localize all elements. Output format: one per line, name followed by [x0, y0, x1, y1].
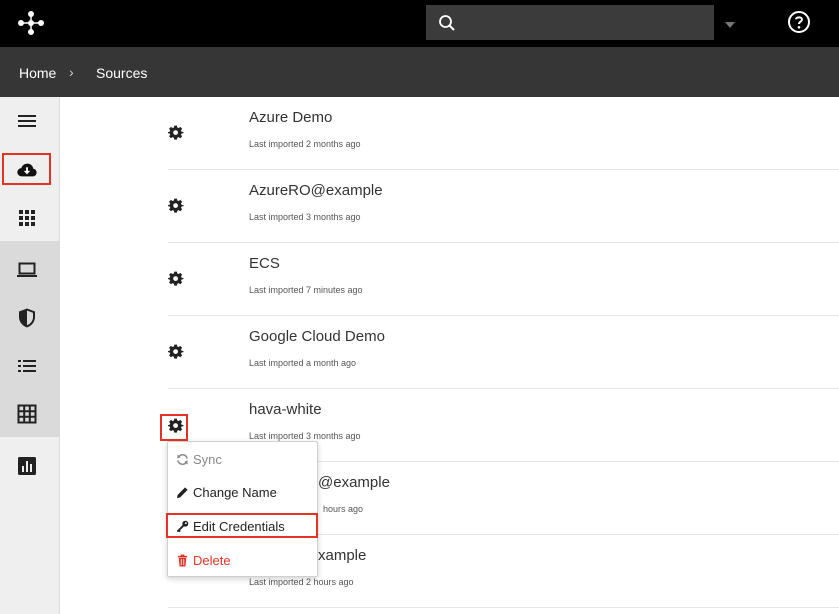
gear-icon[interactable]: [167, 198, 184, 214]
source-name[interactable]: hava-white: [249, 401, 322, 418]
search-input[interactable]: [426, 5, 714, 40]
source-last-imported: Last imported 3 months ago: [249, 212, 361, 222]
hava-logo-icon[interactable]: [17, 10, 45, 36]
edit-credentials-highlight: [166, 513, 318, 538]
sync-icon: [177, 453, 188, 465]
bar-chart-icon[interactable]: [15, 454, 39, 478]
gear-highlight: [160, 414, 188, 441]
sync-label: Sync: [193, 451, 222, 467]
pencil-icon: [176, 486, 188, 498]
source-last-imported: Last imported 2 hours ago: [249, 577, 354, 587]
gear-icon[interactable]: [167, 344, 184, 360]
source-name[interactable]: xample: [318, 547, 366, 564]
source-name[interactable]: Google Cloud Demo: [249, 328, 385, 345]
sidebar: [0, 97, 60, 614]
change-name-label: Change Name: [193, 484, 277, 500]
source-name[interactable]: Azure Demo: [249, 109, 332, 126]
table-grid-icon[interactable]: [15, 402, 39, 426]
source-last-imported: Last imported a month ago: [249, 358, 357, 368]
shield-icon[interactable]: [15, 306, 39, 330]
source-name[interactable]: @example: [318, 474, 390, 491]
sidebar-active-highlight: [2, 153, 51, 185]
laptop-icon[interactable]: [15, 258, 39, 282]
gear-icon[interactable]: [167, 125, 184, 141]
change-name-menu-item[interactable]: Change Name: [176, 481, 277, 503]
source-row[interactable]: ECS Last imported 7 minutes ago: [167, 243, 839, 316]
source-row[interactable]: Google Cloud Demo Last imported a month …: [167, 316, 839, 389]
source-last-imported: hours ago: [323, 504, 364, 514]
breadcrumb-home-link[interactable]: Home: [19, 65, 56, 81]
list-icon[interactable]: [15, 354, 39, 378]
source-name[interactable]: ECS: [249, 255, 280, 272]
top-bar: [0, 0, 839, 47]
source-last-imported: Last imported 7 minutes ago: [249, 285, 363, 295]
source-context-menu: Sync Change Name Edit Credentials Delete: [167, 441, 318, 577]
apps-grid-icon[interactable]: [15, 206, 39, 230]
trash-icon: [177, 554, 188, 566]
gear-icon[interactable]: [167, 271, 184, 287]
source-name[interactable]: AzureRO@example: [249, 182, 383, 199]
delete-menu-item[interactable]: Delete: [176, 549, 231, 571]
search-icon: [438, 14, 456, 32]
source-last-imported: Last imported 3 months ago: [249, 431, 361, 441]
source-row[interactable]: AzureRO@example Last imported 3 months a…: [167, 170, 839, 243]
sync-menu-item[interactable]: Sync: [176, 448, 222, 470]
help-circle-icon[interactable]: [787, 10, 811, 34]
source-row[interactable]: Azure Demo Last imported 2 months ago: [167, 97, 839, 170]
delete-label: Delete: [193, 552, 231, 568]
breadcrumb-separator: ›: [69, 64, 74, 80]
menu-icon[interactable]: [15, 109, 39, 133]
source-last-imported: Last imported 2 months ago: [249, 139, 361, 149]
breadcrumb-current: Sources: [96, 65, 148, 81]
breadcrumb: Home › Sources: [0, 47, 839, 97]
chevron-down-icon[interactable]: [723, 17, 737, 28]
